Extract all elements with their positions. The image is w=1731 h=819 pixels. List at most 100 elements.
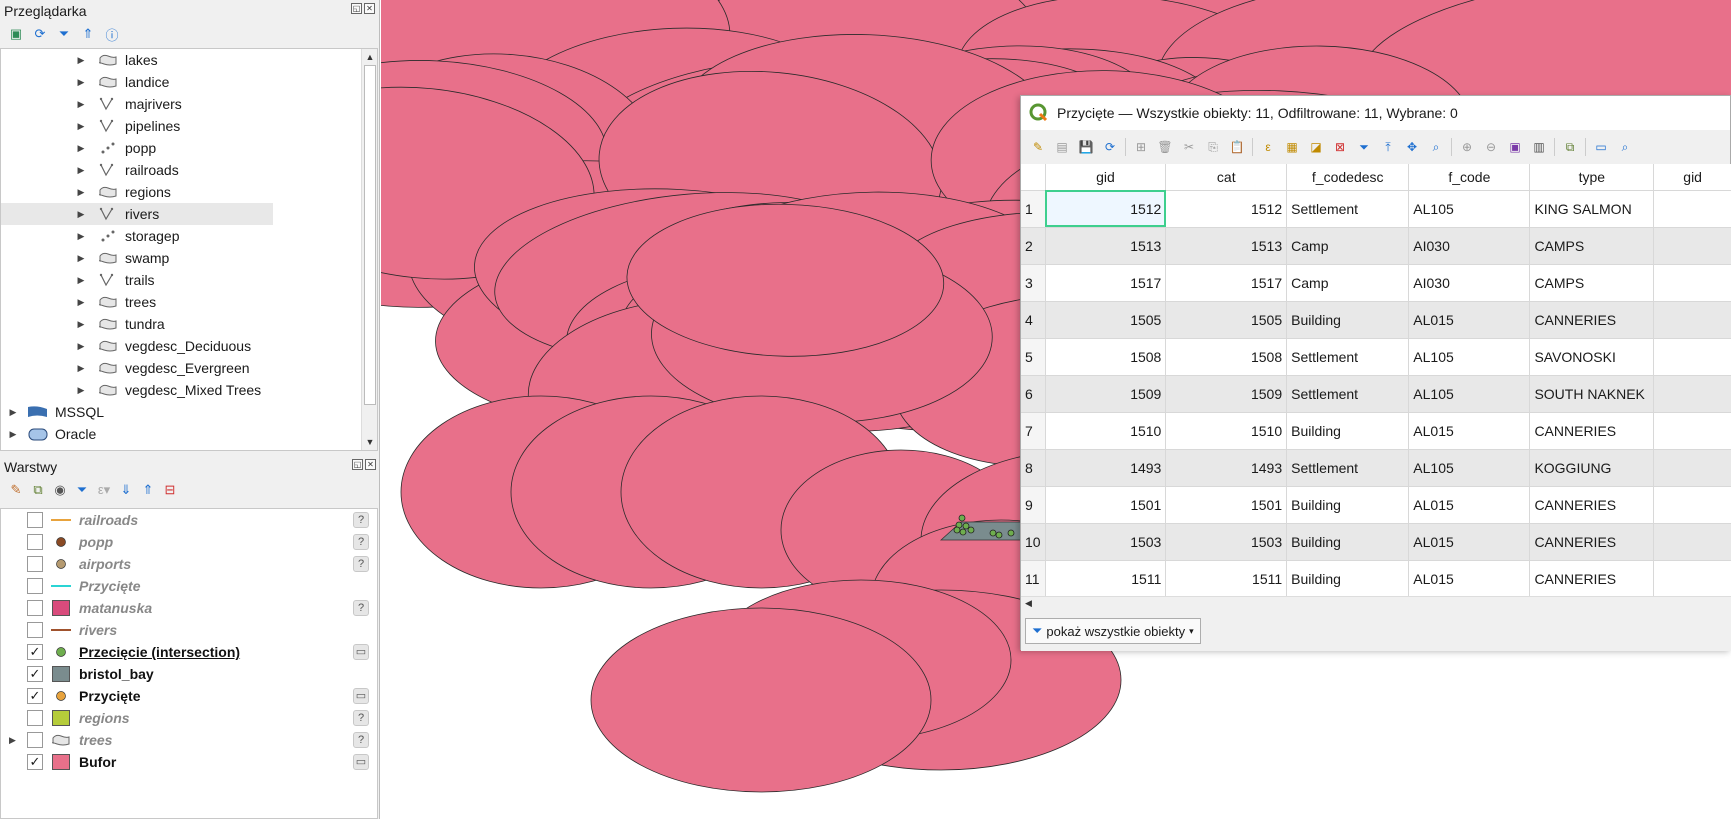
column-header[interactable]: f_codedesc [1286, 164, 1410, 191]
multi-edit-icon[interactable]: ▤ [1053, 138, 1071, 156]
filter-expression-icon[interactable]: ε▾ [96, 482, 112, 498]
layer-item[interactable]: ✓ Przecięcie (intersection) ▭ [1, 641, 377, 663]
remove-layer-icon[interactable]: ⊟ [162, 482, 178, 498]
layer-visibility-checkbox[interactable]: ✓ [27, 666, 43, 682]
attribute-table-window[interactable]: Przycięte — Wszystkie obiekty: 11, Odfil… [1020, 95, 1731, 651]
pan-to-selected-icon[interactable]: ✥ [1403, 138, 1421, 156]
table-row[interactable]: 8 1493 1493 Settlement AL105 KOGGIUNG [1021, 449, 1731, 487]
cell-f_code[interactable]: AL015 [1408, 412, 1531, 450]
cell-gid-2[interactable] [1653, 375, 1731, 413]
attribute-table-titlebar[interactable]: Przycięte — Wszystkie obiekty: 11, Odfil… [1021, 96, 1730, 130]
filter-select-icon[interactable]: ⏷ [1355, 138, 1373, 156]
conditional-formatting-icon[interactable]: ▥ [1530, 138, 1548, 156]
cell-gid[interactable]: 1517 [1045, 264, 1167, 302]
table-row[interactable]: 6 1509 1509 Settlement AL105 SOUTH NAKNEK [1021, 375, 1731, 413]
cell-f_code[interactable]: AI030 [1408, 227, 1531, 265]
cell-f_code[interactable]: AI030 [1408, 264, 1531, 302]
cell-cat[interactable]: 1503 [1165, 523, 1288, 561]
select-all-icon[interactable]: ▦ [1283, 138, 1301, 156]
table-row[interactable]: 2 1513 1513 Camp AI030 CAMPS [1021, 227, 1731, 265]
table-row[interactable]: 10 1503 1503 Building AL015 CANNERIES [1021, 523, 1731, 561]
toggle-editing-icon[interactable]: ✎ [1029, 138, 1047, 156]
cell-type[interactable]: CANNERIES [1529, 301, 1655, 339]
layer-visibility-checkbox[interactable] [27, 622, 43, 638]
cell-f_code[interactable]: AL015 [1408, 560, 1531, 596]
expand-arrow-icon[interactable]: ▶ [77, 363, 85, 374]
memory-layer-icon[interactable]: ▭ [353, 754, 369, 770]
row-number[interactable]: 6 [1021, 375, 1046, 413]
browser-item-swamp[interactable]: ▶ swamp [1, 247, 377, 269]
add-group-icon[interactable]: ⧉ [30, 482, 46, 498]
row-number[interactable]: 4 [1021, 301, 1046, 339]
browser-item-trails[interactable]: ▶ trails [1, 269, 377, 291]
cell-cat[interactable]: 1510 [1165, 412, 1288, 450]
cell-gid-2[interactable] [1653, 412, 1731, 450]
zoom-to-selected-icon[interactable]: ⌕ [1427, 138, 1445, 156]
cell-gid[interactable]: 1511 [1045, 560, 1167, 596]
browser-item-vegdesc_evergreen[interactable]: ▶ vegdesc_Evergreen [1, 357, 377, 379]
scroll-left-icon[interactable]: ◀ [1025, 598, 1032, 609]
invert-selection-icon[interactable]: ◪ [1307, 138, 1325, 156]
layer-visibility-checkbox[interactable]: ✓ [27, 754, 43, 770]
field-calculator-icon[interactable]: ▣ [1506, 138, 1524, 156]
layer-warning-icon[interactable]: ? [353, 534, 369, 550]
browser-provider-oracle[interactable]: ▶ Oracle [1, 423, 377, 445]
float-dock-button[interactable]: ◱ [352, 459, 363, 470]
browser-provider-mssql[interactable]: ▶ MSSQL [1, 401, 377, 423]
cell-gid-2[interactable] [1653, 523, 1731, 561]
cell-f_code[interactable]: AL105 [1408, 449, 1531, 487]
browser-item-trees[interactable]: ▶ trees [1, 291, 377, 313]
cell-type[interactable]: SAVONOSKI [1529, 338, 1655, 376]
row-number[interactable]: 7 [1021, 412, 1046, 450]
cell-gid-2[interactable] [1653, 449, 1731, 487]
table-row[interactable]: 5 1508 1508 Settlement AL105 SAVONOSKI [1021, 338, 1731, 376]
row-number[interactable]: 8 [1021, 449, 1046, 487]
cell-cat[interactable]: 1509 [1165, 375, 1288, 413]
layer-visibility-checkbox[interactable] [27, 556, 43, 572]
layer-item[interactable]: matanuska? [1, 597, 377, 619]
column-header[interactable]: gid [1045, 164, 1167, 191]
cell-gid-2[interactable] [1653, 560, 1731, 596]
cell-f_codedesc[interactable]: Building [1286, 560, 1410, 596]
browser-item-storagep[interactable]: ▶ storagep [1, 225, 377, 247]
cell-type[interactable]: CAMPS [1529, 227, 1655, 265]
cell-f_codedesc[interactable]: Building [1286, 301, 1410, 339]
cell-gid-2[interactable] [1653, 486, 1731, 524]
new-field-icon[interactable]: ⊕ [1458, 138, 1476, 156]
cell-gid[interactable]: 1509 [1045, 375, 1167, 413]
delete-field-icon[interactable]: ⊖ [1482, 138, 1500, 156]
browser-item-rivers[interactable]: ▶ rivers [1, 203, 273, 225]
layer-item[interactable]: ▶ trees? [1, 729, 377, 751]
move-selection-top-icon[interactable]: ⤒ [1379, 138, 1397, 156]
cell-type[interactable]: CANNERIES [1529, 412, 1655, 450]
cell-type[interactable]: KOGGIUNG [1529, 449, 1655, 487]
delete-feature-icon[interactable]: 🗑 [1156, 138, 1174, 156]
info-icon[interactable]: ⓘ [104, 26, 120, 43]
layer-item[interactable]: airports? [1, 553, 377, 575]
expand-arrow-icon[interactable]: ▶ [9, 407, 17, 418]
browser-item-railroads[interactable]: ▶ railroads [1, 159, 377, 181]
deselect-all-icon[interactable]: ⊠ [1331, 138, 1349, 156]
expand-arrow-icon[interactable]: ▶ [77, 385, 85, 396]
table-row[interactable]: 1 1512 1512 Settlement AL105 KING SALMON [1021, 190, 1731, 228]
cell-f_codedesc[interactable]: Settlement [1286, 190, 1410, 228]
scroll-down-icon[interactable]: ▼ [362, 434, 377, 450]
expand-arrow-icon[interactable]: ▶ [77, 275, 85, 286]
cell-f_code[interactable]: AL105 [1408, 375, 1531, 413]
style-icon[interactable]: ✎ [8, 482, 24, 498]
refresh-icon[interactable]: ⟳ [32, 26, 48, 42]
cell-gid[interactable]: 1512 [1045, 190, 1167, 228]
cell-gid-2[interactable] [1653, 338, 1731, 376]
cell-f_code[interactable]: AL015 [1408, 486, 1531, 524]
expand-arrow-icon[interactable]: ▶ [77, 231, 85, 242]
cell-gid-2[interactable] [1653, 190, 1731, 228]
cell-gid-2[interactable] [1653, 301, 1731, 339]
column-header[interactable]: cat [1165, 164, 1288, 191]
cell-type[interactable]: SOUTH NAKNEK [1529, 375, 1655, 413]
expand-arrow-icon[interactable]: ▶ [77, 77, 85, 88]
table-row[interactable]: 11 1511 1511 Building AL015 CANNERIES [1021, 560, 1731, 596]
browser-item-pipelines[interactable]: ▶ pipelines [1, 115, 377, 137]
horizontal-scrollbar[interactable]: ◀ [1021, 596, 1731, 612]
row-number[interactable]: 11 [1021, 560, 1046, 596]
cell-gid[interactable]: 1513 [1045, 227, 1167, 265]
